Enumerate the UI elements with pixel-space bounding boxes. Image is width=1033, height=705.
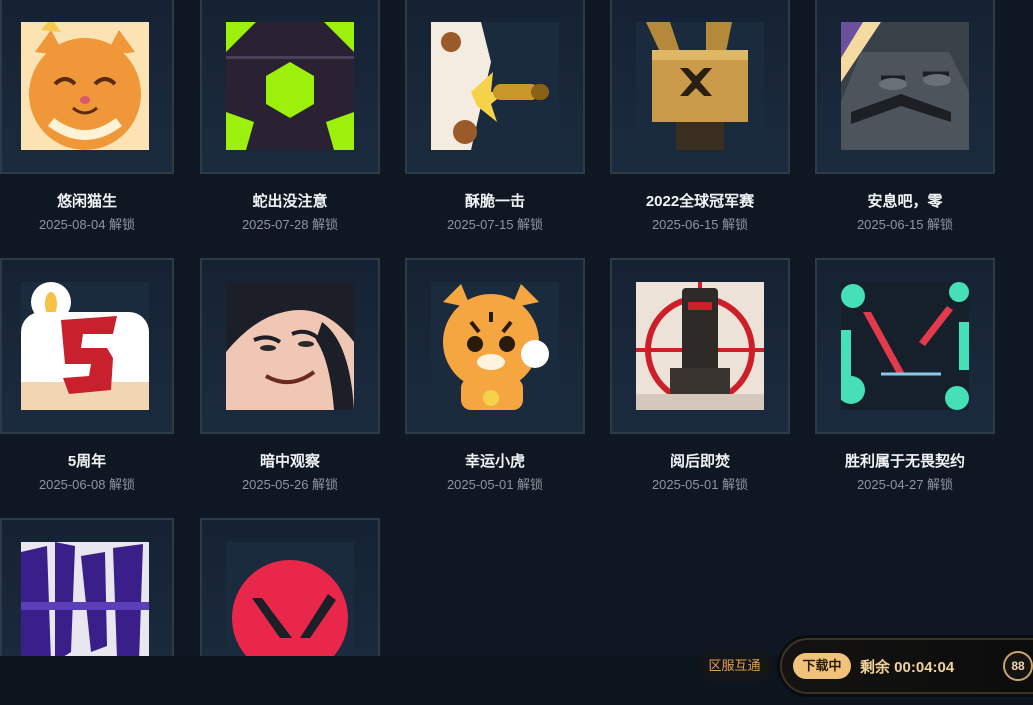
spray-frame bbox=[200, 258, 380, 434]
lucky-tiger-icon bbox=[431, 282, 559, 410]
spray-unlock-date: 2025-04-27 解锁 bbox=[856, 477, 954, 492]
spray-name: 蛇出没注意 bbox=[252, 193, 328, 210]
spray-name: 暗中观察 bbox=[259, 453, 320, 470]
valorant-splash-icon bbox=[841, 282, 969, 410]
champions-trophy-icon bbox=[636, 22, 764, 150]
spray-frame bbox=[200, 518, 380, 660]
spray-name: 安息吧，零 bbox=[867, 193, 943, 210]
spray-unlock-date: 2025-05-01 解锁 bbox=[446, 477, 544, 492]
spray-name: 胜利属于无畏契约 bbox=[844, 453, 965, 470]
spray-name: 2022全球冠军赛 bbox=[645, 193, 755, 210]
relaxed-cat-icon bbox=[21, 22, 149, 150]
spray-name: 5周年 bbox=[67, 453, 107, 470]
spray-frame bbox=[200, 0, 380, 174]
birthday-candle-icon bbox=[21, 282, 149, 410]
green-hexagon-icon bbox=[226, 22, 354, 150]
spray-unlock-date: 2025-06-08 解锁 bbox=[38, 477, 136, 492]
spray-frame bbox=[815, 258, 995, 434]
spray-unlock-date: 2025-05-01 解锁 bbox=[651, 477, 749, 492]
spray-unlock-date: 2025-06-15 解锁 bbox=[856, 217, 954, 232]
download-remaining-time: 剩余 00:04:04 bbox=[860, 659, 955, 676]
region-interop-badge[interactable]: 区服互通 bbox=[697, 650, 772, 682]
smirk-face-icon bbox=[226, 282, 354, 410]
spray-unlock-date: 2025-07-15 解锁 bbox=[446, 217, 544, 232]
spray-frame bbox=[815, 0, 995, 174]
spray-frame bbox=[405, 258, 585, 434]
spray-unlock-date: 2025-05-26 解锁 bbox=[241, 477, 339, 492]
spray-frame bbox=[0, 518, 174, 660]
spray-unlock-date: 2025-08-04 解锁 bbox=[38, 217, 136, 232]
valorant-logo-icon bbox=[226, 542, 354, 660]
spray-frame bbox=[610, 258, 790, 434]
spray-frame bbox=[610, 0, 790, 174]
rest-robot-icon bbox=[841, 22, 969, 150]
spray-unlock-date: 2025-06-15 解锁 bbox=[651, 217, 749, 232]
spray-name: 幸运小虎 bbox=[464, 453, 525, 470]
spray-frame bbox=[0, 258, 174, 434]
download-status-badge: 下载中 bbox=[793, 653, 851, 679]
graffiti-text-icon bbox=[21, 542, 149, 660]
spray-frame bbox=[0, 0, 174, 174]
spray-name: 酥脆一击 bbox=[464, 193, 525, 210]
spray-grid: 悠闲猫生 2025-08-04 解锁 蛇出没注意 2025-07-28 解锁 酥… bbox=[0, 0, 1033, 660]
spray-frame bbox=[405, 0, 585, 174]
spray-name: 阅后即焚 bbox=[669, 453, 730, 470]
bullet-burst-icon bbox=[431, 22, 559, 150]
spray-unlock-date: 2025-07-28 解锁 bbox=[241, 217, 339, 232]
spray-name: 悠闲猫生 bbox=[56, 193, 117, 210]
target-pillar-icon bbox=[636, 282, 764, 410]
download-count-badge[interactable]: 88 bbox=[1003, 651, 1033, 681]
